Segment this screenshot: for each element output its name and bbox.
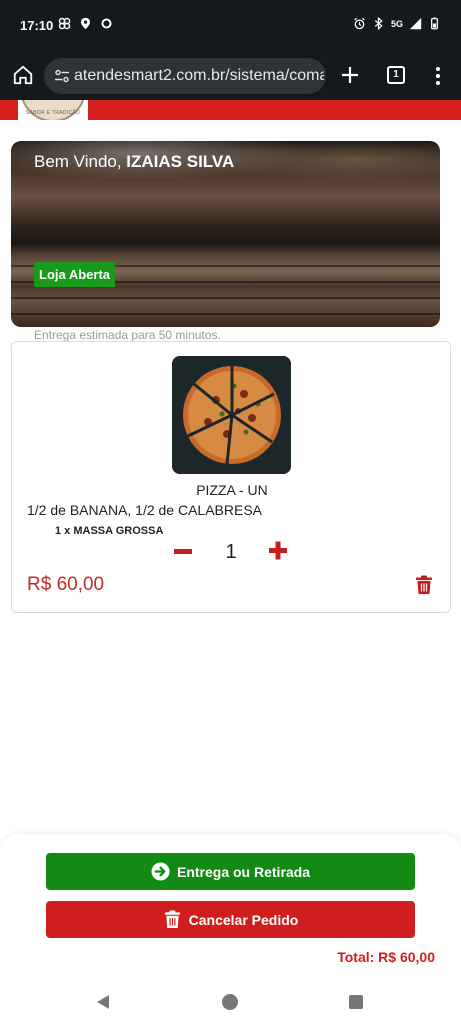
status-bar: 17:10 5G — [0, 0, 461, 52]
new-tab-icon[interactable] — [340, 64, 360, 86]
circle-icon — [101, 18, 112, 29]
product-extra: 1 x MASSA GROSSA — [55, 525, 164, 537]
logo[interactable]: SABOR E TRADIÇÃO — [18, 100, 88, 120]
delivery-estimate: Entrega estimada para 50 minutos. — [34, 328, 221, 342]
more-menu-icon[interactable] — [432, 65, 444, 87]
trash-icon — [164, 910, 180, 929]
store-status-badge: Loja Aberta — [34, 262, 116, 287]
home-nav-icon[interactable] — [222, 994, 238, 1010]
item-price: R$ 60,00 — [27, 574, 105, 595]
status-right-icons: 5G — [353, 17, 441, 30]
signal-icon — [409, 17, 422, 30]
recents-icon[interactable] — [349, 995, 363, 1009]
url-bar[interactable]: atendesmart2.com.br/sistema/comand — [44, 58, 326, 94]
welcome-message: Bem Vindo, IZAIAS SILVA — [34, 152, 234, 172]
cancel-order-button[interactable]: Cancelar Pedido — [46, 901, 415, 938]
user-name: IZAIAS SILVA — [126, 152, 235, 171]
product-image — [172, 356, 291, 474]
decrease-quantity-button[interactable] — [173, 541, 193, 561]
arrow-circle-right-icon — [151, 862, 170, 881]
system-navigation-bar — [0, 974, 461, 1024]
status-left-icons — [58, 17, 113, 30]
logo-emblem: SABOR E TRADIÇÃO — [20, 100, 86, 120]
delivery-or-pickup-label: Entrega ou Retirada — [176, 863, 311, 880]
battery-icon — [431, 17, 438, 30]
browser-toolbar: atendesmart2.com.br/sistema/comand 1 — [0, 52, 461, 100]
logo-text: SABOR E TRADIÇÃO — [25, 110, 81, 116]
delivery-or-pickup-button[interactable]: Entrega ou Retirada — [46, 853, 415, 890]
network-type: 5G — [390, 18, 403, 29]
delete-item-icon[interactable] — [415, 575, 433, 595]
bluetooth-icon — [374, 17, 383, 30]
fan-icon — [58, 17, 71, 30]
site-settings-icon[interactable] — [54, 68, 70, 84]
location-icon — [81, 17, 90, 30]
quantity-value: 1 — [225, 541, 237, 563]
alarm-icon — [354, 17, 365, 30]
cart-item-card: PIZZA - UN 1/2 de BANANA, 1/2 de CALABRE… — [11, 341, 451, 613]
increase-quantity-button[interactable] — [268, 540, 288, 560]
pizza-icon — [172, 356, 291, 474]
order-total: Total: R$ 60,00 — [337, 949, 435, 965]
status-time: 17:10 — [20, 18, 54, 33]
product-description: 1/2 de BANANA, 1/2 de CALABRESA — [27, 502, 263, 518]
cancel-order-label: Cancelar Pedido — [188, 911, 299, 928]
back-icon[interactable] — [96, 994, 110, 1010]
url-text[interactable]: atendesmart2.com.br/sistema/comand — [74, 67, 324, 85]
product-name: PIZZA - UN — [196, 482, 268, 498]
welcome-prefix: Bem Vindo, — [34, 152, 127, 171]
home-icon[interactable] — [12, 64, 34, 86]
hero-banner: Bem Vindo, IZAIAS SILVA Loja Aberta — [11, 141, 440, 327]
tab-switcher-button[interactable]: 1 — [387, 66, 405, 84]
